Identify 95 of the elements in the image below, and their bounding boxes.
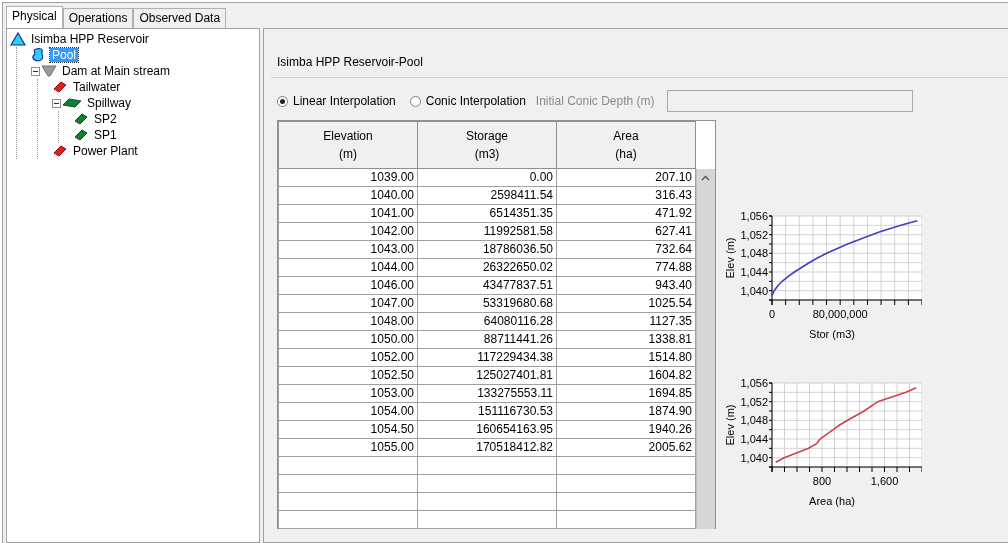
table-cell[interactable]: 1055.00: [278, 438, 418, 457]
diamond-icon: [73, 112, 89, 126]
radio-option[interactable]: Linear Interpolation: [277, 94, 396, 108]
table-cell[interactable]: 1039.00: [278, 168, 418, 187]
tick-label: 1,044: [740, 433, 768, 445]
axis-title: Area (ha): [809, 495, 855, 507]
funnel-icon: [41, 64, 57, 78]
table-cell[interactable]: 1694.85: [556, 384, 696, 403]
table-cell[interactable]: 26322650.02: [417, 258, 557, 277]
tree-item[interactable]: Tailwater: [71, 80, 123, 94]
table-cell[interactable]: 1044.00: [278, 258, 418, 277]
table-cell[interactable]: 151116730.53: [417, 402, 557, 421]
radio-icon[interactable]: [277, 95, 288, 107]
tick-label: 1,040: [740, 451, 768, 464]
tick-label: 1,600: [870, 475, 899, 487]
tick-label: 1,052: [740, 228, 768, 241]
radio-icon[interactable]: [409, 95, 421, 107]
collapse-icon[interactable]: [31, 66, 40, 76]
table-cell[interactable]: 1052.50: [278, 366, 418, 385]
table-cell[interactable]: 1514.80: [556, 348, 696, 367]
tab[interactable]: Physical: [6, 6, 63, 28]
tick-label: 80,000,000: [812, 308, 868, 320]
scroll-up-icon[interactable]: [701, 175, 710, 181]
table-cell[interactable]: 43477837.51: [417, 276, 557, 295]
collapse-icon[interactable]: [52, 98, 61, 108]
axis-title: Stor (m3): [809, 328, 855, 340]
table-cell[interactable]: 1053.00: [278, 384, 418, 403]
scrollbar[interactable]: [696, 169, 715, 529]
table-cell[interactable]: 207.10: [556, 168, 696, 187]
column-header[interactable]: Area (ha): [556, 121, 696, 169]
tree-item[interactable]: SP2: [92, 112, 119, 126]
table-cell[interactable]: 732.64: [556, 240, 696, 259]
blocks-icon: [62, 96, 82, 110]
axis-title: Elev (m): [724, 404, 736, 446]
table-cell[interactable]: 1042.00: [278, 222, 418, 241]
table-cell[interactable]: 774.88: [556, 258, 696, 277]
tick-label: 1,048: [740, 247, 768, 260]
table-cell[interactable]: 471.92: [556, 204, 696, 223]
tree-item[interactable]: SP1: [92, 128, 119, 142]
radio-option[interactable]: Conic Interpolation: [409, 94, 526, 108]
table-cell[interactable]: 1338.81: [556, 330, 696, 349]
tab[interactable]: Operations: [62, 8, 134, 28]
diamond-icon: [52, 80, 68, 94]
table-cell[interactable]: 2005.62: [556, 438, 696, 457]
tree-item[interactable]: Spillway: [85, 96, 133, 110]
table-cell[interactable]: 627.41: [556, 222, 696, 241]
table-cell[interactable]: 117229434.38: [417, 348, 557, 367]
tick-label: 0: [768, 308, 776, 320]
table-cell[interactable]: 1052.00: [278, 348, 418, 367]
column-header[interactable]: Elevation (m): [278, 121, 418, 169]
table-cell[interactable]: 1040.00: [278, 186, 418, 205]
table-cell[interactable]: 1041.00: [278, 204, 418, 223]
table-cell[interactable]: 160654163.95: [417, 420, 557, 439]
table-cell[interactable]: 1043.00: [278, 240, 418, 259]
table-cell[interactable]: 1604.82: [556, 366, 696, 385]
tab[interactable]: Observed Data: [133, 8, 227, 28]
axis-title: Elev (m): [724, 237, 736, 279]
table-cell[interactable]: 1127.35: [556, 312, 696, 331]
table-cell[interactable]: 125027401.81: [417, 366, 557, 385]
diamond-icon: [73, 128, 89, 142]
table-cell[interactable]: 1940.26: [556, 420, 696, 439]
column-header[interactable]: Storage (m3): [417, 121, 557, 169]
table-cell[interactable]: 1046.00: [278, 276, 418, 295]
tick-label: 1,044: [740, 266, 768, 278]
tree-item[interactable]: Dam at Main stream: [60, 64, 173, 78]
table-cell[interactable]: 6514351.35: [417, 204, 557, 223]
table-cell[interactable]: 0.00: [417, 168, 557, 187]
triangle-icon: [10, 32, 26, 46]
field-label: Initial Conic Depth (m): [535, 94, 655, 108]
tick-label: 1,052: [740, 395, 768, 408]
table-cell[interactable]: 11992581.58: [417, 222, 557, 241]
table-cell[interactable]: 1048.00: [278, 312, 418, 331]
tick-label: 1,056: [740, 377, 768, 389]
table-cell[interactable]: 316.43: [556, 186, 696, 205]
table-cell[interactable]: 1874.90: [556, 402, 696, 421]
table-cell[interactable]: 1050.00: [278, 330, 418, 349]
tick-label: 1,048: [740, 414, 768, 427]
tick-label: 1,040: [740, 284, 768, 297]
table-cell[interactable]: 1054.00: [278, 402, 418, 421]
tick-label: 800: [812, 475, 832, 487]
table-cell[interactable]: 170518412.82: [417, 438, 557, 457]
table-cell[interactable]: 133275553.11: [417, 384, 557, 403]
table-cell[interactable]: 2598411.54: [417, 186, 557, 205]
table-cell[interactable]: 53319680.68: [417, 294, 557, 313]
tick-label: 1,056: [740, 210, 768, 222]
table-cell[interactable]: 88711441.26: [417, 330, 557, 349]
diamond-icon: [52, 144, 68, 158]
table-cell[interactable]: 1047.00: [278, 294, 418, 313]
table-cell[interactable]: 64080116.28: [417, 312, 557, 331]
table-cell[interactable]: 1054.50: [278, 420, 418, 439]
tree-item[interactable]: Isimba HPP Reservoir: [29, 32, 151, 46]
table-cell[interactable]: 1025.54: [556, 294, 696, 313]
table-cell[interactable]: 943.40: [556, 276, 696, 295]
tree-item[interactable]: Power Plant: [71, 144, 140, 158]
table-cell[interactable]: 18786036.50: [417, 240, 557, 259]
